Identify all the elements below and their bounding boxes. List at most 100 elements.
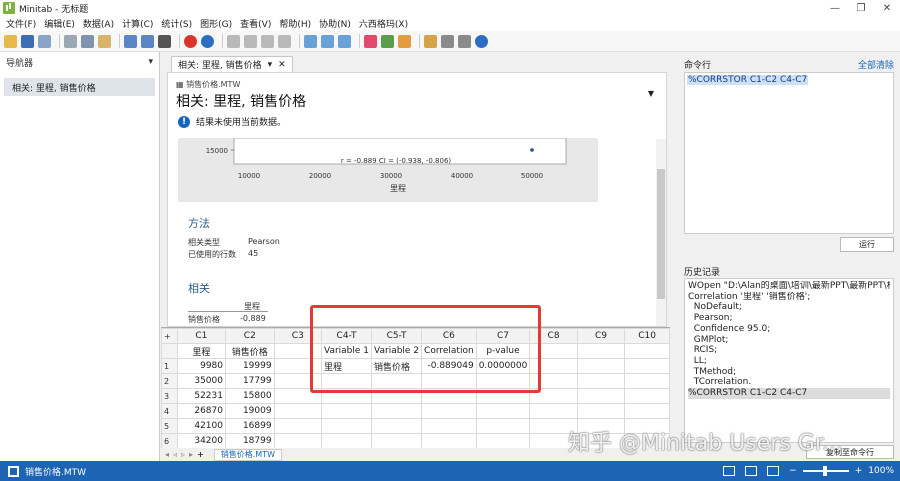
- data-cell[interactable]: [421, 373, 477, 389]
- help-circle-icon[interactable]: [475, 34, 488, 48]
- tab-close-icon[interactable]: ✕: [278, 60, 286, 70]
- data-cell[interactable]: [320, 373, 373, 389]
- data-cell[interactable]: 34200: [176, 433, 227, 448]
- column-icon[interactable]: [278, 34, 291, 48]
- data-cell[interactable]: 9980: [176, 358, 227, 374]
- menu-help[interactable]: 帮助(H): [279, 17, 311, 30]
- data-cell[interactable]: 42100: [176, 418, 227, 434]
- column-header[interactable]: C3: [273, 328, 322, 344]
- data-cell[interactable]: [576, 418, 626, 434]
- menu-graph[interactable]: 图形(G): [200, 17, 232, 30]
- history-line[interactable]: Confidence 95.0;: [688, 324, 890, 335]
- redo-icon[interactable]: [141, 34, 154, 48]
- copy-icon[interactable]: [81, 34, 94, 48]
- data-cell[interactable]: [475, 418, 531, 434]
- prev-sheet-icon[interactable]: ◃: [173, 450, 177, 459]
- next-sheet-icon[interactable]: ▹: [181, 450, 185, 459]
- column-header[interactable]: C8: [529, 328, 578, 344]
- corner-cell[interactable]: +: [161, 328, 178, 344]
- menu-view[interactable]: 查看(V): [240, 17, 271, 30]
- function-icon[interactable]: [227, 34, 240, 48]
- menu-assistant[interactable]: 协助(N): [319, 17, 351, 30]
- help-icon[interactable]: [201, 34, 214, 48]
- stamp-icon[interactable]: [458, 34, 471, 48]
- data-cell[interactable]: 35000: [176, 373, 227, 389]
- zoom-out-icon[interactable]: −: [789, 466, 797, 476]
- sheet-tab[interactable]: 销售价格.MTW: [213, 448, 283, 461]
- maximize-button[interactable]: ❐: [848, 0, 874, 16]
- worksheet-view-icon[interactable]: [723, 466, 736, 476]
- history-line[interactable]: GMPlot;: [688, 335, 890, 346]
- row-header[interactable]: 5: [161, 418, 178, 434]
- output-scroll-thumb[interactable]: [657, 169, 665, 299]
- column-header[interactable]: C10: [624, 328, 670, 344]
- output-tab[interactable]: 相关: 里程, 销售价格 ▾ ✕: [171, 56, 293, 72]
- data-cell[interactable]: [273, 388, 322, 404]
- history-line[interactable]: %CORRSTOR C1-C2 C4-C7: [688, 388, 890, 399]
- data-cell[interactable]: 里程: [320, 358, 373, 374]
- menu-stat[interactable]: 统计(S): [161, 17, 192, 30]
- row-header[interactable]: 1: [161, 358, 178, 374]
- data-cell[interactable]: [529, 388, 578, 404]
- data-cell[interactable]: [273, 433, 322, 448]
- data-cell[interactable]: [624, 418, 670, 434]
- data-cell[interactable]: [529, 418, 578, 434]
- cancel-icon[interactable]: [184, 34, 197, 48]
- data-cell[interactable]: [576, 388, 626, 404]
- data-cell[interactable]: [273, 358, 322, 374]
- history-line[interactable]: TCorrelation.: [688, 377, 890, 388]
- output-scrollbar[interactable]: [656, 139, 666, 326]
- paste-icon[interactable]: [98, 34, 111, 48]
- column-header[interactable]: C1: [176, 328, 227, 344]
- data-cell[interactable]: [529, 358, 578, 374]
- history-line[interactable]: NoDefault;: [688, 302, 890, 313]
- column-name-cell[interactable]: Variable 2: [371, 343, 423, 359]
- row-header[interactable]: 6: [161, 433, 178, 448]
- data-cell[interactable]: [529, 403, 578, 419]
- report-icon[interactable]: [424, 34, 437, 48]
- data-cell[interactable]: [371, 373, 423, 389]
- select-icon[interactable]: [338, 34, 351, 48]
- undo-icon[interactable]: [124, 34, 137, 48]
- data-cell[interactable]: 17799: [225, 373, 275, 389]
- graph-edit-icon[interactable]: [321, 34, 334, 48]
- data-cell[interactable]: [624, 403, 670, 419]
- column-header[interactable]: C9: [576, 328, 626, 344]
- history-line[interactable]: LL;: [688, 356, 890, 367]
- tab-dropdown-icon[interactable]: ▾: [268, 60, 273, 70]
- data-cell[interactable]: [273, 418, 322, 434]
- add-sheet-icon[interactable]: +: [197, 450, 204, 459]
- output-view-icon[interactable]: [745, 466, 758, 476]
- row-header[interactable]: 2: [161, 373, 178, 389]
- cube-icon[interactable]: [398, 34, 411, 48]
- tools-icon[interactable]: [441, 34, 454, 48]
- column-name-cell[interactable]: Variable 1: [320, 343, 373, 359]
- first-sheet-icon[interactable]: ◂: [165, 450, 169, 459]
- window-icon[interactable]: [158, 34, 171, 48]
- column-name-cell[interactable]: [529, 343, 578, 359]
- menu-six-sigma[interactable]: 六西格玛(X): [359, 17, 408, 30]
- menu-data[interactable]: 数据(A): [83, 17, 114, 30]
- save-icon[interactable]: [21, 34, 34, 48]
- column-name-cell[interactable]: 销售价格: [225, 343, 275, 359]
- data-cell[interactable]: [576, 358, 626, 374]
- data-cell[interactable]: [273, 403, 322, 419]
- column-name-cell[interactable]: Correlation: [421, 343, 477, 359]
- command-input[interactable]: %CORRSTOR C1-C2 C4-C7: [684, 72, 894, 234]
- eraser-icon[interactable]: [364, 34, 377, 48]
- row-icon[interactable]: [244, 34, 257, 48]
- data-cell[interactable]: 18799: [225, 433, 275, 448]
- data-cell[interactable]: 销售价格: [371, 358, 423, 374]
- history-line[interactable]: WOpen "D:\Alan的桌面\培训\最新PPT\最新PPT\相关\: [688, 281, 890, 292]
- data-cell[interactable]: [273, 373, 322, 389]
- column-header[interactable]: C6: [421, 328, 477, 344]
- data-cell[interactable]: [320, 418, 373, 434]
- data-cell[interactable]: 19999: [225, 358, 275, 374]
- split-view-icon[interactable]: [767, 466, 780, 476]
- data-cell[interactable]: [576, 403, 626, 419]
- history-line[interactable]: RCIS;: [688, 345, 890, 356]
- data-cell[interactable]: [320, 403, 373, 419]
- column-header[interactable]: C4-T: [320, 328, 373, 344]
- data-cell[interactable]: [475, 388, 531, 404]
- navigator-menu-icon[interactable]: ▾: [148, 57, 153, 67]
